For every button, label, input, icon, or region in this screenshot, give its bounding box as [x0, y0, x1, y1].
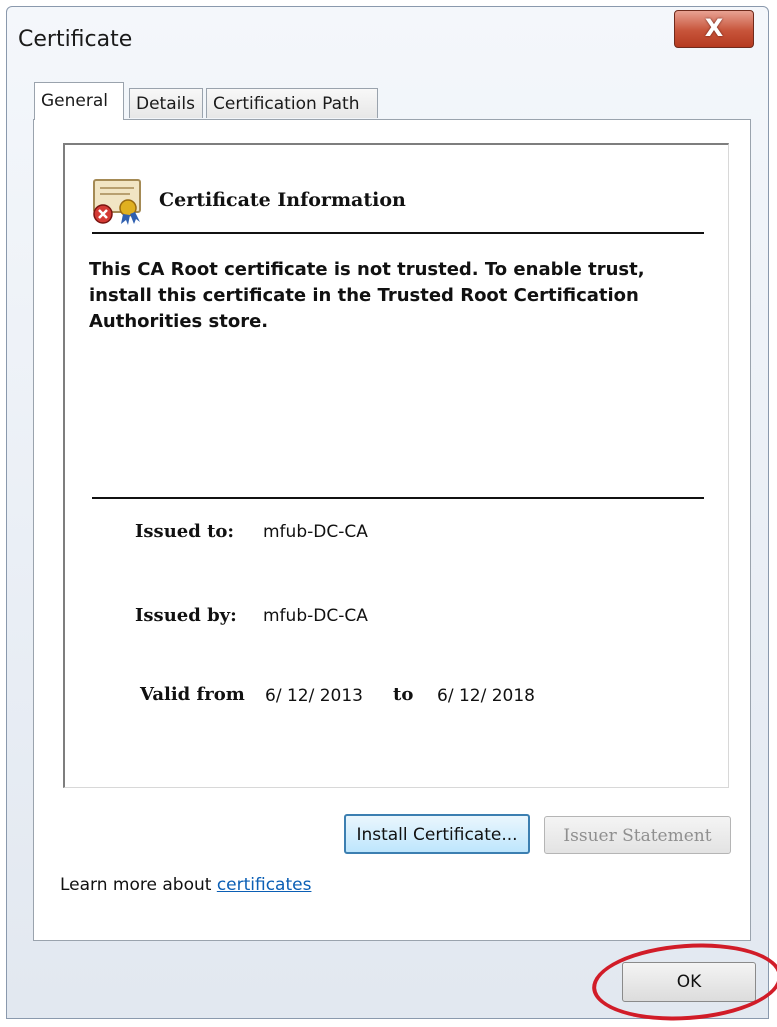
fields-divider — [92, 497, 704, 499]
valid-from-value: 6/ 12/ 2013 — [265, 686, 363, 706]
dialog-title: Certificate — [18, 27, 133, 52]
heading-divider — [92, 232, 704, 234]
info-heading: Certificate Information — [159, 189, 406, 211]
learn-more-prefix: Learn more about — [60, 875, 217, 895]
close-button[interactable]: X — [674, 10, 754, 48]
tab-certification-path[interactable]: Certification Path — [206, 88, 378, 118]
valid-from-label: Valid from — [140, 684, 245, 705]
valid-to-label: to — [393, 684, 414, 705]
trust-warning-text: This CA Root certificate is not trusted.… — [89, 259, 645, 332]
certificate-error-icon — [93, 179, 141, 225]
tab-general[interactable]: General — [34, 82, 124, 120]
issued-by-value: mfub-DC-CA — [263, 606, 368, 626]
issuer-statement-button[interactable]: Issuer Statement — [544, 816, 731, 854]
valid-to-value: 6/ 12/ 2018 — [437, 686, 535, 706]
install-certificate-button[interactable]: Install Certificate... — [344, 814, 530, 854]
tab-details[interactable]: Details — [129, 88, 203, 118]
certificates-link[interactable]: certificates — [217, 875, 312, 895]
close-icon: X — [704, 14, 724, 42]
learn-more-text: Learn more about certificates — [60, 875, 311, 895]
issued-to-label: Issued to: — [135, 521, 235, 542]
issued-by-label: Issued by: — [135, 605, 237, 626]
issued-to-value: mfub-DC-CA — [263, 522, 368, 542]
